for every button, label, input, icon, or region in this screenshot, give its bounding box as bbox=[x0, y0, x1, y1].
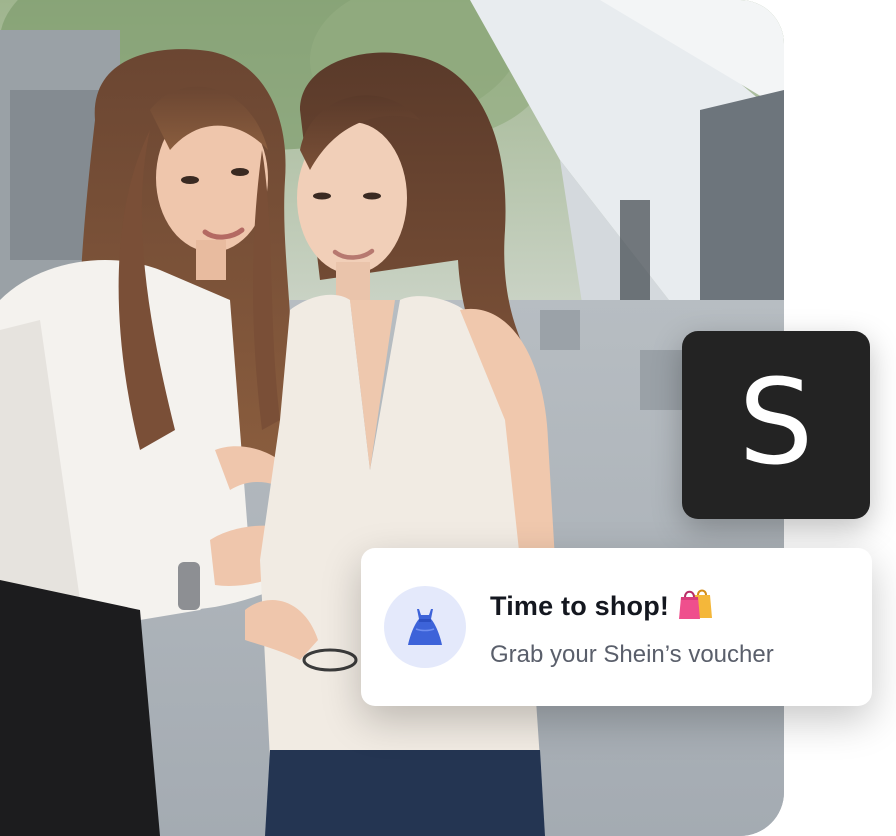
hero-photo-illustration bbox=[0, 0, 784, 836]
notification-text: Time to shop! Grab your Shein’s voucher bbox=[490, 586, 774, 669]
notification-subtitle: Grab your Shein’s voucher bbox=[490, 640, 774, 668]
hero-photo bbox=[0, 0, 784, 836]
notification-card[interactable]: Time to shop! Grab your Shein’s voucher bbox=[361, 548, 872, 706]
shopping-bags-icon bbox=[679, 586, 713, 627]
notification-title-row: Time to shop! bbox=[490, 586, 774, 627]
dress-icon bbox=[408, 609, 442, 645]
notification-title: Time to shop! bbox=[490, 590, 670, 621]
shein-logo: S bbox=[682, 331, 870, 519]
notification-icon-badge bbox=[384, 586, 466, 668]
logo-letter: S bbox=[738, 353, 814, 491]
